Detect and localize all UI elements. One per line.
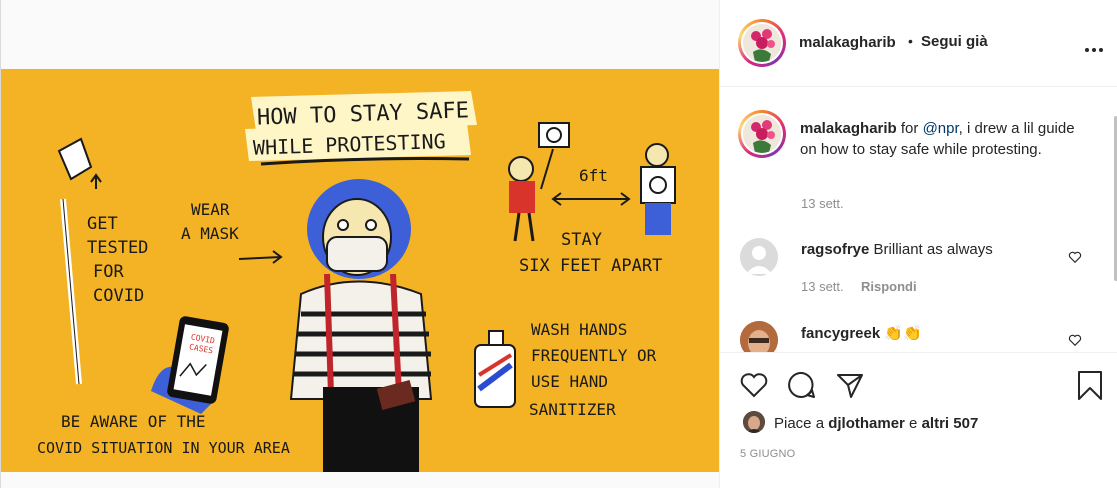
svg-text:COVID: COVID — [93, 286, 144, 306]
svg-text:GET: GET — [87, 214, 118, 234]
likes-avatar[interactable] — [743, 411, 765, 433]
art-aware-text: BE AWARE OF THE COVID SITUATION IN YOUR … — [37, 412, 290, 457]
svg-text:WASH HANDS: WASH HANDS — [531, 320, 627, 339]
art-distancing-figures: 6ft — [508, 122, 676, 242]
comment-body: 👏👏 — [880, 325, 922, 342]
flower-avatar-image — [743, 24, 781, 62]
post-image[interactable]: HOW TO STAY SAFE WHILE PROTESTING GET TE… — [1, 69, 719, 472]
art-phone: COVID CASES — [151, 316, 229, 414]
post-header: malakagharib • Segui già — [720, 0, 1117, 87]
art-main-figure — [289, 179, 433, 472]
caption-username[interactable]: malakagharib — [800, 120, 897, 137]
art-tested-text: GET TESTED FOR COVID — [87, 214, 148, 306]
art-wash-text: WASH HANDS FREQUENTLY OR USE HAND SANITI… — [529, 320, 657, 419]
art-sanitizer — [474, 330, 516, 408]
likes-conjunction: e — [904, 415, 922, 432]
media-bottom-padding — [1, 472, 719, 488]
author-username[interactable]: malakagharib — [799, 34, 896, 51]
svg-text:USE HAND: USE HAND — [531, 372, 608, 391]
flower-avatar-image — [743, 115, 781, 153]
bookmark-icon[interactable] — [1074, 369, 1106, 401]
svg-text:TESTED: TESTED — [87, 238, 148, 258]
more-horizontal-icon[interactable] — [1084, 40, 1104, 52]
likes-summary: Piace a djlothamer e altri 507 — [774, 415, 978, 432]
art-stay-text: STAY SIX FEET APART — [519, 230, 662, 276]
post-media: HOW TO STAY SAFE WHILE PROTESTING GET TE… — [1, 0, 719, 488]
caption-author-avatar[interactable] — [738, 110, 786, 158]
author-avatar[interactable] — [738, 19, 786, 67]
instagram-post: HOW TO STAY SAFE WHILE PROTESTING GET TE… — [0, 0, 1117, 488]
comment-reply-button[interactable]: Rispondi — [861, 279, 917, 294]
media-top-padding — [1, 0, 719, 69]
svg-text:FOR: FOR — [93, 262, 124, 282]
comment-username[interactable]: fancygreek — [801, 325, 880, 342]
caption-text: malakagharib for @npr, i drew a lil guid… — [800, 118, 1085, 160]
svg-text:BE AWARE OF THE: BE AWARE OF THE — [61, 412, 206, 431]
comment-avatar[interactable] — [740, 321, 778, 352]
svg-text:WEAR: WEAR — [191, 200, 230, 219]
caption-time[interactable]: 13 sett. — [801, 196, 844, 211]
post-sidebar: malakagharib • Segui già malakagharib fo… — [719, 0, 1117, 488]
caption-mention-link[interactable]: @npr — [923, 120, 959, 137]
post-date[interactable]: 5 GIUGNO — [740, 448, 795, 460]
share-icon[interactable] — [834, 369, 866, 401]
user-photo-icon — [740, 321, 778, 352]
art-mask-text: WEAR A MASK — [181, 200, 239, 243]
svg-text:FREQUENTLY OR: FREQUENTLY OR — [531, 346, 657, 365]
comment-icon[interactable] — [786, 369, 818, 401]
comment-username[interactable]: ragsofrye — [801, 241, 869, 258]
svg-text:STAY: STAY — [561, 230, 602, 250]
comment-like-heart-icon[interactable] — [1068, 250, 1082, 264]
svg-text:COVID SITUATION IN YOUR AREA: COVID SITUATION IN YOUR AREA — [37, 439, 290, 457]
follow-status-button[interactable]: Segui già — [921, 33, 988, 50]
comment-time[interactable]: 13 sett. — [801, 279, 844, 294]
caption-text-before: for — [896, 120, 923, 137]
comment-text: ragsofrye Brilliant as always — [801, 241, 993, 258]
likes-user-link[interactable]: djlothamer — [828, 415, 905, 432]
post-actions: Piace a djlothamer e altri 507 5 GIUGNO — [720, 352, 1117, 488]
default-user-icon — [746, 246, 772, 274]
likes-prefix: Piace a — [774, 415, 829, 432]
svg-text:A MASK: A MASK — [181, 224, 239, 243]
svg-text:SIX FEET APART: SIX FEET APART — [519, 256, 662, 276]
comment-avatar[interactable] — [740, 238, 778, 276]
comment-text: fancygreek 👏👏 — [801, 324, 922, 342]
comment-body: Brilliant as always — [869, 241, 993, 258]
svg-text:SANITIZER: SANITIZER — [529, 400, 616, 419]
comments-list[interactable]: malakagharib for @npr, i drew a lil guid… — [720, 88, 1117, 352]
art-distance-label: 6ft — [579, 166, 608, 185]
heart-icon[interactable] — [738, 369, 770, 401]
comment-like-heart-icon[interactable] — [1068, 333, 1082, 347]
header-separator: • — [908, 33, 913, 49]
comments-scrollbar[interactable] — [1112, 88, 1117, 352]
user-photo-icon — [743, 411, 765, 433]
likes-others-link[interactable]: altri 507 — [922, 415, 979, 432]
